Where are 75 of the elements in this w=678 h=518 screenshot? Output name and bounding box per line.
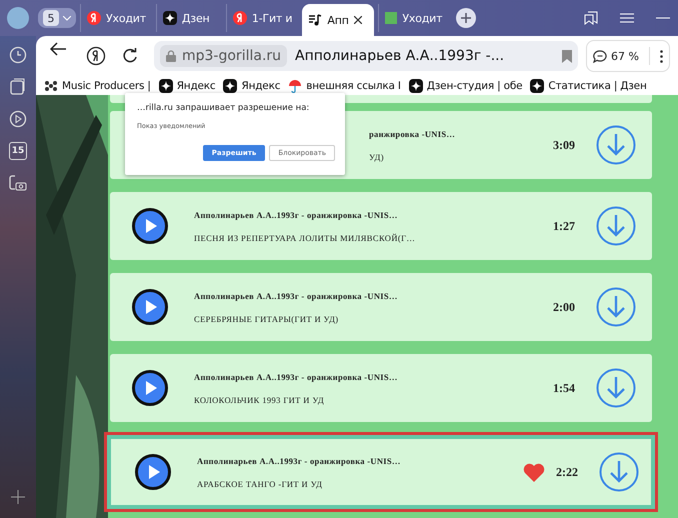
square-icon — [385, 12, 398, 24]
play-button[interactable] — [132, 370, 168, 406]
browser-tab[interactable]: Уходит — [378, 4, 448, 32]
umbrella-icon — [288, 78, 302, 92]
domain-label: mp3-gorilla.ru — [182, 48, 282, 64]
chevron-down-icon — [63, 16, 71, 20]
track-duration: 3:09 — [552, 138, 576, 152]
yandex-logo-icon — [87, 11, 101, 25]
browser-tab[interactable]: Апп — [302, 4, 374, 36]
bookmark-item[interactable]: Music Producers | — [44, 78, 151, 92]
track-duration: 2:22 — [555, 464, 579, 480]
browser-tab[interactable]: Уходит — [80, 4, 152, 32]
track-card[interactable]: Апполинарьев А.А..1993г - оранжировка -UNIS… ПЕСНЯ ИЗ РЕПЕРТУАРА ЛОЛИТЫ МИЛЯВСКОЙ(Г… 1:27 — [110, 192, 652, 260]
bookmark-item[interactable]: Дзен-студия | обе — [408, 78, 522, 92]
bookmark-icon[interactable] — [562, 50, 572, 62]
bookmark-item[interactable]: Статистика | Дзен — [530, 78, 647, 92]
collections-icon[interactable] — [584, 11, 598, 25]
reload-icon[interactable] — [122, 48, 138, 64]
play-button[interactable] — [135, 454, 171, 490]
zoom-button[interactable]: 67 % — [586, 40, 670, 72]
track-title: ПЕСНЯ ИЗ РЕПЕРТУАРА ЛОЛИТЫ МИЛЯВСКОЙ(Г… — [194, 232, 416, 242]
close-icon[interactable] — [354, 16, 362, 24]
track-card[interactable]: Апполинарьев А.А..1993г - оранжировка -UNIS… АРАБСКОЕ ТАНГО -ГИТ И УД 2:22 — [104, 432, 658, 512]
avatar-icon[interactable] — [7, 7, 29, 29]
more-icon[interactable] — [660, 50, 663, 62]
track-card[interactable]: Апполинарьев А.А..1993г - оранжировка -UNIS… КОЛОКОЛЬЧИК 1993 ГИТ И УД 1:54 — [110, 354, 652, 422]
track-title: АРАБСКОЕ ТАНГО -ГИТ И УД — [197, 478, 324, 488]
play-button[interactable] — [132, 208, 168, 244]
download-button[interactable] — [596, 368, 636, 408]
star-logo-icon — [408, 78, 423, 92]
track-card[interactable]: Апполинарьев А.А..1993г - оранжировка -UNIS… СЕРЕБРЯНЫЕ ГИТАРЫ(ГИТ И УД) 2:00 — [110, 273, 652, 341]
page-title: Апполинарьев А.А..1993г -... — [295, 48, 506, 64]
star-logo-icon — [162, 11, 177, 25]
track-title: УД) — [369, 152, 385, 162]
plus-icon[interactable] — [11, 490, 25, 504]
track-artist: Апполинарьев А.А..1993г - оранжировка -UNIS… — [194, 210, 399, 220]
bookmark-item[interactable]: внешняя ссылка I — [288, 78, 401, 92]
track-duration: 1:27 — [552, 218, 576, 234]
dots-logo-icon — [44, 78, 58, 92]
track-duration: 1:54 — [552, 380, 576, 396]
track-duration: 2:00 — [552, 300, 576, 314]
bookmark-item[interactable]: Яндекс — [223, 78, 280, 92]
address-bar[interactable]: mp3-gorilla.ru Апполинарьев А.А..1993г -... — [154, 41, 578, 71]
track-artist: ранжировка -UNIS… — [369, 128, 456, 138]
track-title: КОЛОКОЛЬЧИК 1993 ГИТ И УД — [194, 394, 326, 404]
camera-icon[interactable] — [9, 174, 27, 192]
browser-tab[interactable]: Дзен — [156, 4, 222, 32]
clock-icon[interactable] — [9, 46, 27, 64]
lock-icon — [166, 50, 176, 62]
track-artist: Апполинарьев А.А..1993г - оранжировка -UNIS… — [194, 372, 399, 382]
permission-message: …rilla.ru запрашивает разрешение на: — [137, 103, 310, 113]
track-artist: Апполинарьев А.А..1993г - оранжировка -UNIS… — [194, 290, 399, 300]
chat-icon — [593, 50, 608, 62]
download-button[interactable] — [596, 125, 636, 165]
star-logo-icon — [530, 78, 544, 92]
download-button[interactable] — [596, 206, 636, 246]
browser-tab[interactable]: 1-Гит и — [226, 4, 298, 32]
play-icon[interactable] — [9, 110, 27, 128]
yandex-logo-icon — [232, 11, 247, 25]
calendar-button[interactable]: 15 — [9, 142, 27, 160]
play-button[interactable] — [132, 289, 168, 325]
download-button[interactable] — [596, 287, 636, 327]
menu-icon[interactable] — [620, 13, 634, 23]
music-note-icon — [308, 13, 322, 27]
yandex-icon[interactable] — [86, 46, 106, 66]
new-tab-button[interactable] — [456, 8, 476, 28]
heart-icon[interactable] — [523, 462, 545, 482]
download-button[interactable] — [599, 452, 639, 492]
tab-group-button[interactable]: 5 — [38, 8, 76, 28]
notes-icon[interactable] — [9, 78, 27, 96]
track-artist: Апполинарьев А.А..1993г - оранжировка -UNIS… — [197, 456, 402, 466]
bookmark-item[interactable]: Яндекс — [158, 78, 216, 92]
track-title: СЕРЕБРЯНЫЕ ГИТАРЫ(ГИТ И УД) — [194, 314, 340, 324]
minimize-icon[interactable] — [656, 17, 670, 19]
plus-icon — [461, 13, 472, 23]
